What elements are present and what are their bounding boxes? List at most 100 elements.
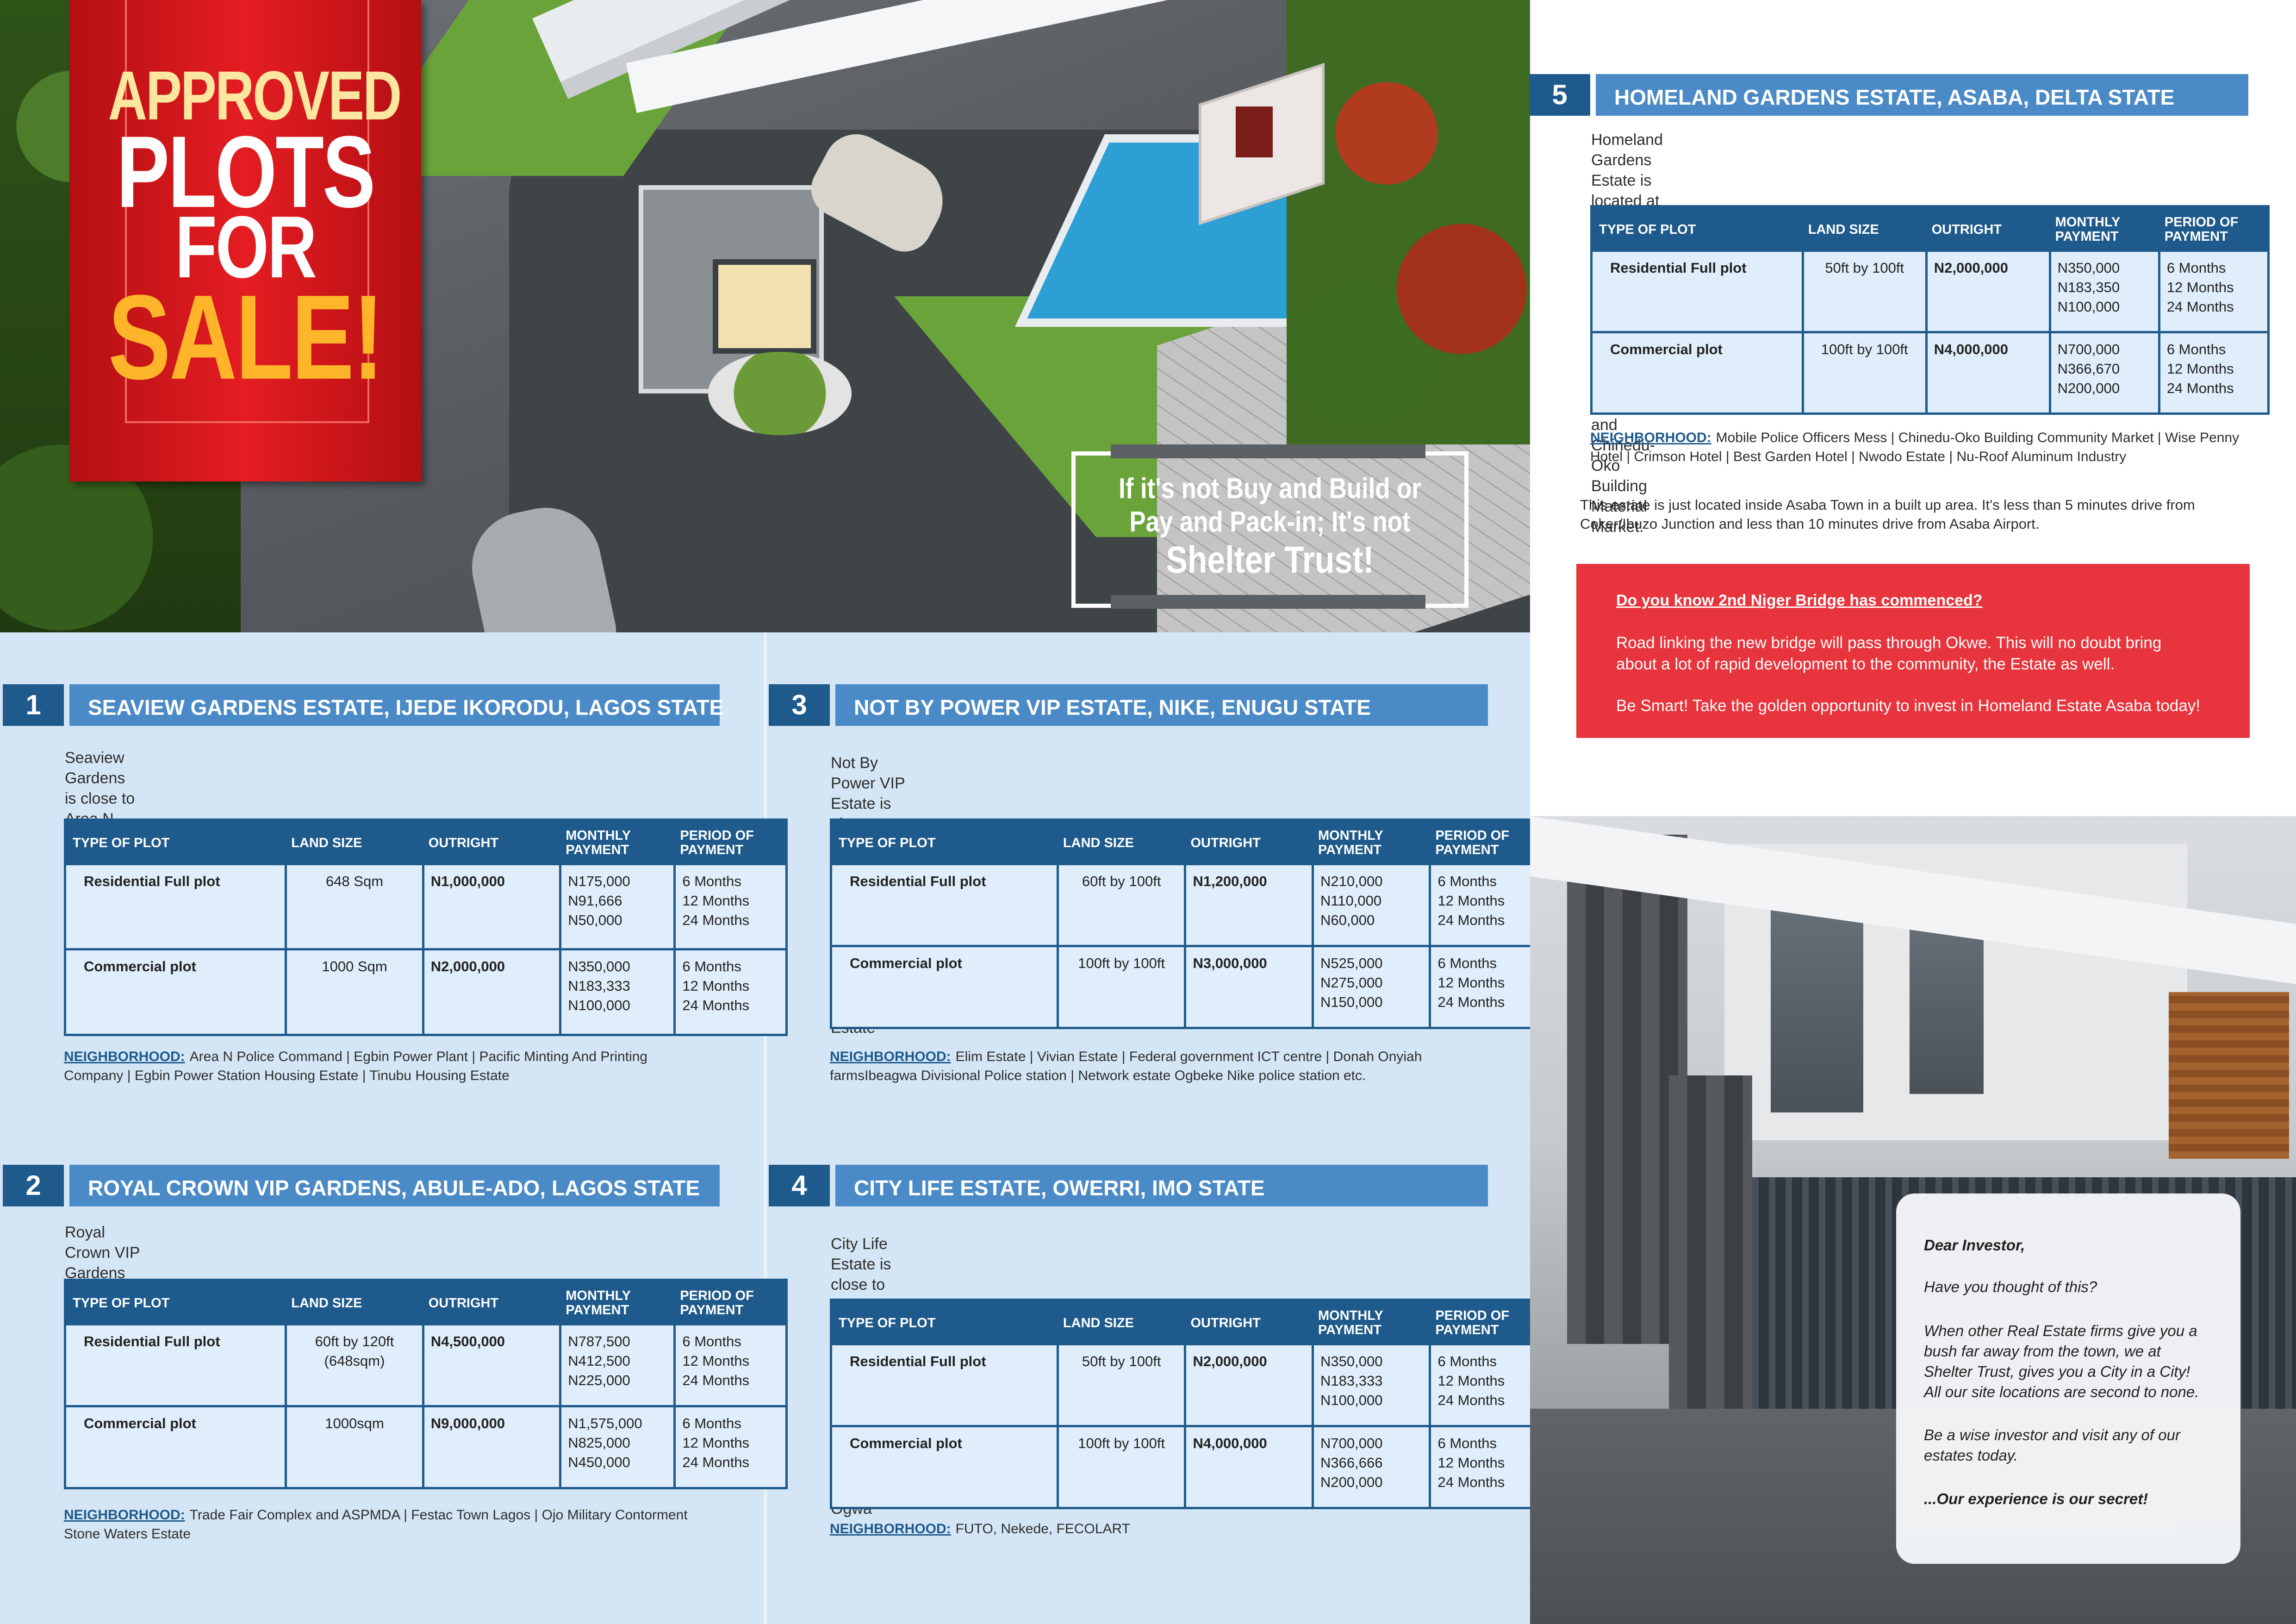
monthly-payment-cell: N175,000 N91,666 N50,000 bbox=[559, 865, 674, 949]
investor-paragraph-line: estates today. bbox=[1924, 1447, 2018, 1464]
monthly-payment-line: N366,670 bbox=[2057, 360, 2120, 377]
land-size-line: 100ft by 100ft bbox=[1821, 341, 1908, 357]
column-header-line: PAYMENT bbox=[566, 1303, 629, 1318]
neighborhood-text: FUTO, Nekede, FECOLART bbox=[955, 1521, 1131, 1537]
neighborhood-text: Trade Fair Complex and ASPMDA | Festac T… bbox=[189, 1507, 688, 1523]
payment-period-line: 24 Months bbox=[682, 1372, 750, 1388]
table-row: Commercial plot 1000sqm N9,000,000 N1,575,0… bbox=[66, 1405, 785, 1487]
neighborhood-label: NEIGHBORHOOD: bbox=[64, 1507, 185, 1523]
investor-question: Have you thought of this? bbox=[1924, 1278, 2097, 1295]
payment-period-cell: 6 Months 12 Months 24 Months bbox=[2158, 331, 2267, 412]
neighborhood-text: Mobile Police Officers Mess | Chinedu-Ok… bbox=[1716, 430, 2240, 445]
monthly-payment-line: N50,000 bbox=[568, 912, 622, 928]
investor-greeting: Dear Investor, bbox=[1924, 1237, 2025, 1254]
monthly-payment-line: N700,000 bbox=[2057, 341, 2120, 357]
monthly-payment-line: N350,000 bbox=[1320, 1353, 1383, 1369]
column-header: LAND SIZE bbox=[1801, 207, 1925, 252]
section-number: 4 bbox=[769, 1165, 830, 1206]
payment-period-line: 24 Months bbox=[682, 997, 750, 1014]
bridge-cta: Be Smart! Take the golden opportunity to… bbox=[1616, 697, 2201, 715]
plot-type-cell: Commercial plot bbox=[832, 1424, 1057, 1507]
column-header-line: PAYMENT bbox=[2055, 229, 2119, 244]
payment-period-cell: 6 Months 12 Months 24 Months bbox=[2158, 252, 2267, 331]
section-number: 3 bbox=[769, 684, 830, 726]
neighborhood-line: Stone Waters Estate bbox=[64, 1524, 797, 1543]
plot-table: TYPE OF PLOT LAND SIZE OUTRIGHT MONTHLY PAYM… bbox=[830, 818, 1554, 1029]
neighborhood-text: Hotel | Crimson Hotel | Best Garden Hote… bbox=[1590, 449, 2127, 464]
outright-price-cell: N2,000,000 bbox=[1184, 1345, 1312, 1425]
column-header: OUTRIGHT bbox=[422, 821, 560, 865]
monthly-payment-line: N183,333 bbox=[568, 978, 630, 994]
monthly-payment-line: N700,000 bbox=[1320, 1435, 1383, 1451]
neighborhood-note: NEIGHBORHOOD: Area N Police Command | Egb… bbox=[64, 1047, 797, 1085]
outright-price-cell: N4,000,000 bbox=[1184, 1424, 1312, 1507]
plot-type-cell: Commercial plot bbox=[66, 948, 285, 1034]
section-number: 5 bbox=[1529, 74, 1590, 116]
land-size-cell: 1000 Sqm bbox=[285, 948, 422, 1034]
payment-period-cell: 6 Months 12 Months 24 Months bbox=[673, 1405, 785, 1487]
monthly-payment-line: N150,000 bbox=[1320, 993, 1383, 1010]
monthly-payment-line: N350,000 bbox=[2057, 260, 2120, 276]
land-size-cell: 100ft by 100ft bbox=[1056, 944, 1184, 1027]
payment-period-line: 24 Months bbox=[682, 912, 750, 928]
column-header: TYPE OF PLOT bbox=[832, 821, 1057, 865]
neighborhood-line: farmsIbeagwa Divisional Police station |… bbox=[830, 1066, 1563, 1085]
bridge-callout: Do you know 2nd Niger Bridge has commenc… bbox=[1576, 564, 2250, 738]
section-number: 1 bbox=[3, 684, 64, 726]
monthly-payment-line: N200,000 bbox=[1320, 1474, 1383, 1490]
bridge-question: Do you know 2nd Niger Bridge has commenc… bbox=[1616, 592, 1983, 609]
land-size-line: 648 Sqm bbox=[325, 873, 384, 889]
payment-period-line: 24 Months bbox=[1437, 1392, 1505, 1408]
column-header: LAND SIZE bbox=[1056, 821, 1184, 865]
column-header-line: MONTHLY bbox=[2055, 215, 2121, 230]
column-header-line: MONTHLY bbox=[566, 828, 631, 843]
neighborhood-line: Company | Egbin Power Station Housing Es… bbox=[64, 1066, 797, 1085]
plot-type-cell: Commercial plot bbox=[1593, 331, 1802, 412]
payment-period-line: 12 Months bbox=[1437, 974, 1505, 991]
column-header-line: PAYMENT bbox=[680, 1303, 744, 1318]
column-header: MONTHLY PAYMENT bbox=[559, 821, 674, 865]
plot-table: TYPE OF PLOT LAND SIZE OUTRIGHT MONTHLY PAYM… bbox=[64, 818, 788, 1036]
column-header-line: PERIOD OF bbox=[2164, 215, 2239, 230]
investor-paragraph: Be a wise investor and visit any of our … bbox=[1924, 1425, 2229, 1466]
payment-period-line: 6 Months bbox=[1437, 873, 1497, 889]
sale-banner: APPROVED PLOTS FOR SALE! bbox=[69, 0, 421, 481]
monthly-payment-line: N210,000 bbox=[1320, 873, 1383, 889]
investor-paragraph-line: Shelter Trust, gives you a City in a Cit… bbox=[1924, 1363, 2190, 1380]
monthly-payment-line: N1,575,000 bbox=[568, 1415, 642, 1431]
payment-period-line: 6 Months bbox=[682, 873, 741, 889]
column-header: LAND SIZE bbox=[285, 821, 422, 865]
wood-panel-illustration bbox=[2169, 992, 2289, 1159]
payment-period-line: 24 Months bbox=[682, 1454, 750, 1470]
payment-period-line: 24 Months bbox=[1437, 1474, 1505, 1490]
neighborhood-label: NEIGHBORHOOD: bbox=[830, 1521, 951, 1537]
slogan-text: If it's not Buy and Build or Pay and Pac… bbox=[1071, 472, 1468, 581]
neighborhood-note: NEIGHBORHOOD: Trade Fair Complex and ASPM… bbox=[64, 1505, 797, 1543]
planter-illustration bbox=[708, 352, 852, 435]
payment-period-line: 12 Months bbox=[682, 893, 750, 909]
payment-period-line: 6 Months bbox=[682, 1333, 741, 1349]
slogan-frame-gap bbox=[1111, 444, 1425, 458]
column-header: OUTRIGHT bbox=[1184, 821, 1312, 865]
payment-period-cell: 6 Months 12 Months 24 Months bbox=[673, 1325, 785, 1405]
payment-period-line: 6 Months bbox=[1437, 1435, 1497, 1451]
monthly-payment-line: N275,000 bbox=[1320, 974, 1383, 991]
land-size-line: 100ft by 100ft bbox=[1078, 955, 1165, 971]
monthly-payment-cell: N700,000 N366,666 N200,000 bbox=[1311, 1424, 1429, 1507]
column-header: OUTRIGHT bbox=[1925, 207, 2049, 252]
neighborhood-note: NEIGHBORHOOD: Elim Estate | Vivian Estate… bbox=[830, 1047, 1563, 1085]
land-size-line: 100ft by 100ft bbox=[1078, 1435, 1165, 1451]
monthly-payment-line: N100,000 bbox=[2057, 299, 2120, 315]
column-header-line: PAYMENT bbox=[1435, 1323, 1499, 1337]
logo-mark-illustration bbox=[1236, 106, 1273, 157]
asaba-note: This estate is just located inside Asaba… bbox=[1580, 495, 2195, 533]
payment-period-line: 6 Months bbox=[2166, 341, 2226, 357]
investor-paragraph: When other Real Estate firms give you a … bbox=[1924, 1321, 2229, 1402]
table-row: Residential Full plot 60ft by 100ft N1,200… bbox=[832, 865, 1551, 945]
land-size-line: 50ft by 100ft bbox=[1825, 260, 1904, 276]
plot-type-cell: Residential Full plot bbox=[832, 865, 1057, 945]
monthly-payment-cell: N1,575,000 N825,000 N450,000 bbox=[559, 1405, 674, 1487]
column-header-line: PERIOD OF bbox=[680, 1288, 754, 1303]
outright-price-cell: N1,000,000 bbox=[422, 865, 560, 949]
asaba-note-line: Coker/Ibuzo Junction and less than 10 mi… bbox=[1580, 516, 2040, 532]
